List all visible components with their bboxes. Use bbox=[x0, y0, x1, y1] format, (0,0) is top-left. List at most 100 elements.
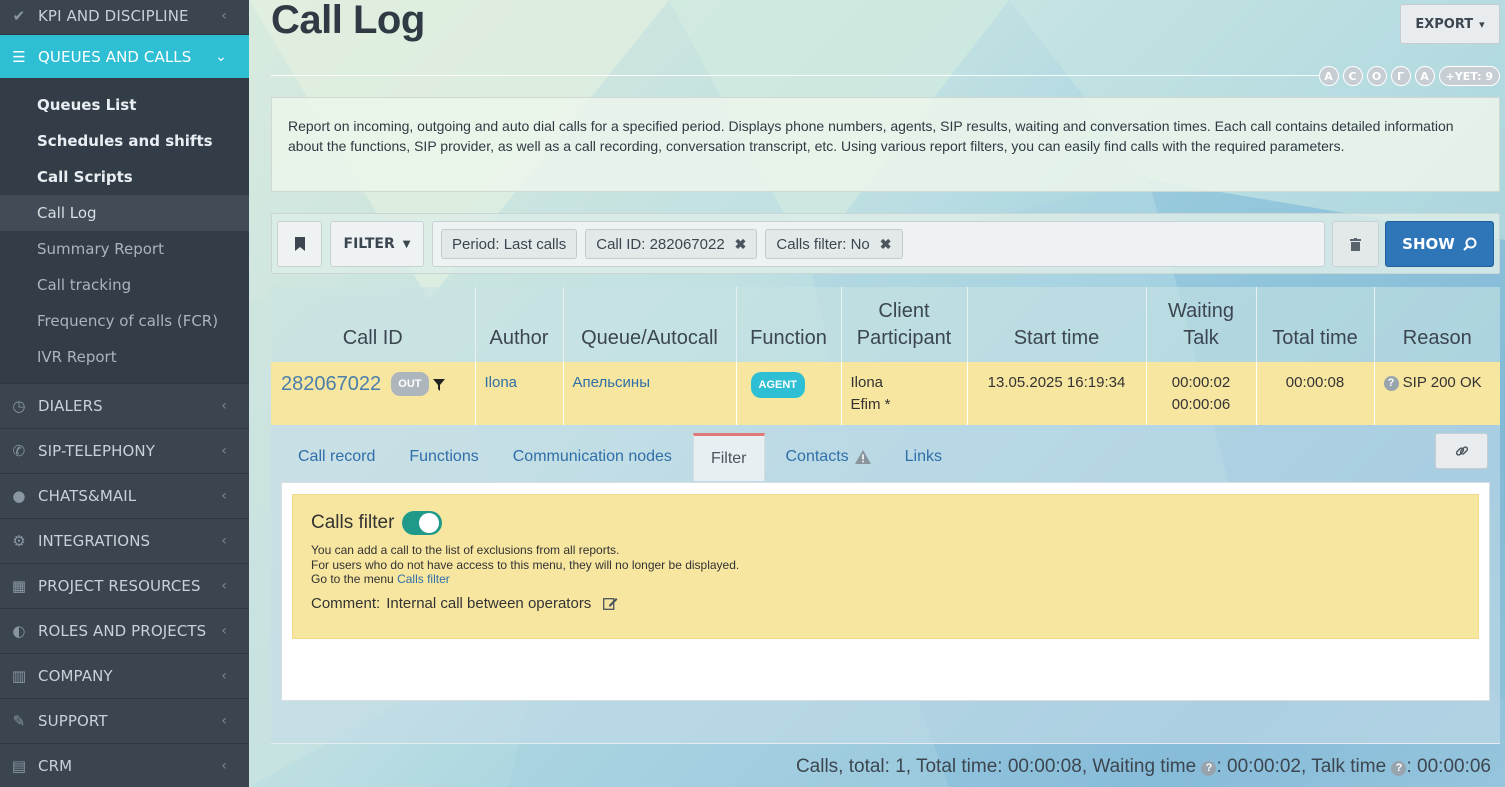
filter-tab-content: Calls filter You can add a call to the l… bbox=[281, 482, 1490, 701]
avatars-more-badge[interactable]: +YET: 9 bbox=[1438, 66, 1500, 86]
nav-roles-and-projects[interactable]: ◐ ROLES AND PROJECTS ‹ bbox=[0, 609, 249, 654]
nav-integrations[interactable]: ⚙ INTEGRATIONS ‹ bbox=[0, 519, 249, 564]
chip-label: Period: Last calls bbox=[452, 235, 567, 253]
nav-label: INTEGRATIONS bbox=[38, 532, 151, 550]
table-row[interactable]: 282067022 OUT Ilona Апельсины AGENT Ilon… bbox=[271, 362, 1500, 425]
report-description: Report on incoming, outgoing and auto di… bbox=[271, 97, 1500, 192]
col-total-time[interactable]: Total time bbox=[1256, 287, 1375, 362]
grid-icon: ▦ bbox=[11, 577, 27, 595]
nav-label: CRM bbox=[38, 757, 73, 775]
tab-label: Links bbox=[904, 448, 942, 465]
sidebar-item-ivr-report[interactable]: IVR Report bbox=[0, 339, 249, 375]
call-table: Call ID Author Queue/Autocall Function C… bbox=[271, 287, 1500, 425]
col-reason[interactable]: Reason bbox=[1374, 287, 1500, 362]
direction-badge: OUT bbox=[391, 372, 429, 396]
export-label: EXPORT bbox=[1415, 16, 1474, 32]
help-icon[interactable]: ? bbox=[1383, 376, 1399, 391]
funnel-icon[interactable] bbox=[432, 379, 445, 391]
comment-row: Comment: Internal call between operators bbox=[311, 595, 1460, 612]
avatar[interactable]: С bbox=[1342, 66, 1363, 86]
nav-chats-mail[interactable]: ● CHATS&MAIL ‹ bbox=[0, 474, 249, 519]
trash-icon bbox=[1350, 237, 1361, 251]
calls-filter-menu-link[interactable]: Calls filter bbox=[397, 572, 450, 586]
sidebar-item-call-tracking[interactable]: Call tracking bbox=[0, 267, 249, 303]
col-function[interactable]: Function bbox=[736, 287, 842, 362]
function-badge: AGENT bbox=[750, 372, 805, 398]
avatar[interactable]: А bbox=[1414, 66, 1435, 86]
filter-chip-period[interactable]: Period: Last calls bbox=[441, 229, 578, 259]
nav-support[interactable]: ✎ SUPPORT ‹ bbox=[0, 699, 249, 744]
nav-queues-and-calls[interactable]: ☰ QUEUES AND CALLS ⌄ bbox=[0, 35, 249, 79]
filter-bar: FILTER ▼ Period: Last calls Call ID: 282… bbox=[271, 213, 1500, 274]
calls-filter-box: Calls filter You can add a call to the l… bbox=[292, 494, 1479, 639]
tab-call-record[interactable]: Call record bbox=[281, 433, 392, 481]
link-icon bbox=[1455, 446, 1468, 456]
viewer-avatars: А С О Г А +YET: 9 bbox=[1318, 66, 1500, 86]
avatar[interactable]: Г bbox=[1390, 66, 1411, 86]
author-link[interactable]: Ilona bbox=[485, 374, 518, 391]
sidebar-item-call-scripts[interactable]: Call Scripts bbox=[0, 159, 249, 195]
nav-project-resources[interactable]: ▦ PROJECT RESOURCES ‹ bbox=[0, 564, 249, 609]
edit-icon[interactable] bbox=[603, 596, 618, 610]
help-icon[interactable]: ? bbox=[1391, 761, 1407, 776]
chevron-left-icon: ‹ bbox=[221, 533, 227, 549]
warning-icon bbox=[854, 450, 871, 464]
summary-part: : 00:00:02, Talk time bbox=[1216, 756, 1387, 777]
filter-chip-call-id[interactable]: Call ID: 282067022 ✖ bbox=[585, 229, 758, 259]
calls-filter-header: Calls filter bbox=[311, 511, 1460, 535]
sidebar-item-schedules[interactable]: Schedules and shifts bbox=[0, 123, 249, 159]
queue-link[interactable]: Апельсины bbox=[573, 374, 650, 391]
cell-function: AGENT bbox=[736, 362, 842, 425]
clock-icon: ◷ bbox=[12, 397, 26, 415]
gears-icon: ⚙ bbox=[12, 532, 26, 550]
cell-reason: ? SIP 200 OK bbox=[1374, 362, 1500, 425]
avatar[interactable]: А bbox=[1318, 66, 1339, 86]
detail-tabs: Call record Functions Communication node… bbox=[281, 433, 959, 483]
list-icon: ☰ bbox=[12, 47, 26, 66]
export-button[interactable]: EXPORT ▾ bbox=[1400, 4, 1500, 44]
show-button[interactable]: SHOW bbox=[1385, 221, 1494, 267]
col-waiting-talk[interactable]: Waiting Talk bbox=[1146, 287, 1257, 362]
tab-functions[interactable]: Functions bbox=[392, 433, 495, 481]
col-client[interactable]: Client Participant bbox=[841, 287, 968, 362]
tab-links[interactable]: Links bbox=[888, 433, 959, 481]
col-start-time[interactable]: Start time bbox=[967, 287, 1147, 362]
col-waiting-line2: Talk bbox=[1183, 327, 1219, 349]
nav-dialers[interactable]: ◷ DIALERS ‹ bbox=[0, 384, 249, 429]
col-queue[interactable]: Queue/Autocall bbox=[563, 287, 737, 362]
filter-chip-calls-filter[interactable]: Calls filter: No ✖ bbox=[765, 229, 903, 259]
tab-filter[interactable]: Filter bbox=[692, 433, 765, 481]
toggle-icon: ◐ bbox=[12, 622, 26, 640]
nav-label: COMPANY bbox=[38, 667, 113, 685]
sidebar-item-queues-list[interactable]: Queues List bbox=[0, 87, 249, 123]
chevron-left-icon: ‹ bbox=[221, 668, 227, 684]
sidebar-item-summary-report[interactable]: Summary Report bbox=[0, 231, 249, 267]
tab-communication-nodes[interactable]: Communication nodes bbox=[496, 433, 689, 481]
help-icon[interactable]: ? bbox=[1201, 761, 1217, 776]
tab-contacts[interactable]: Contacts bbox=[769, 433, 888, 481]
clear-filters-button[interactable] bbox=[1332, 221, 1379, 267]
nav-crm[interactable]: ▤ CRM ‹ bbox=[0, 744, 249, 787]
calls-filter-toggle[interactable] bbox=[402, 511, 443, 535]
col-client-line1: Client bbox=[878, 300, 930, 322]
close-icon[interactable]: ✖ bbox=[735, 236, 747, 253]
col-author[interactable]: Author bbox=[475, 287, 564, 362]
nav-label: PROJECT RESOURCES bbox=[38, 577, 201, 595]
sidebar-item-fcr[interactable]: Frequency of calls (FCR) bbox=[0, 303, 249, 339]
show-label: SHOW bbox=[1402, 235, 1455, 253]
call-detail-panel: Call record Functions Communication node… bbox=[271, 425, 1500, 744]
call-id-link[interactable]: 282067022 bbox=[281, 373, 381, 395]
chevron-left-icon: ‹ bbox=[221, 488, 227, 504]
nav-company[interactable]: ▥ COMPANY ‹ bbox=[0, 654, 249, 699]
avatar[interactable]: О bbox=[1366, 66, 1387, 86]
bookmark-button[interactable] bbox=[277, 221, 322, 267]
nav-sip-telephony[interactable]: ✆ SIP-TELEPHONY ‹ bbox=[0, 429, 249, 474]
copy-link-button[interactable] bbox=[1435, 433, 1488, 469]
phone-icon: ✆ bbox=[12, 442, 26, 460]
filter-button[interactable]: FILTER ▼ bbox=[330, 221, 424, 267]
sidebar-item-call-log[interactable]: Call Log bbox=[0, 195, 249, 231]
col-call-id[interactable]: Call ID bbox=[271, 287, 476, 362]
nav-kpi-and-discipline[interactable]: ✔ KPI AND DISCIPLINE ‹ bbox=[0, 0, 249, 35]
close-icon[interactable]: ✖ bbox=[880, 236, 892, 253]
active-filters: Period: Last calls Call ID: 282067022 ✖ … bbox=[432, 221, 1325, 267]
